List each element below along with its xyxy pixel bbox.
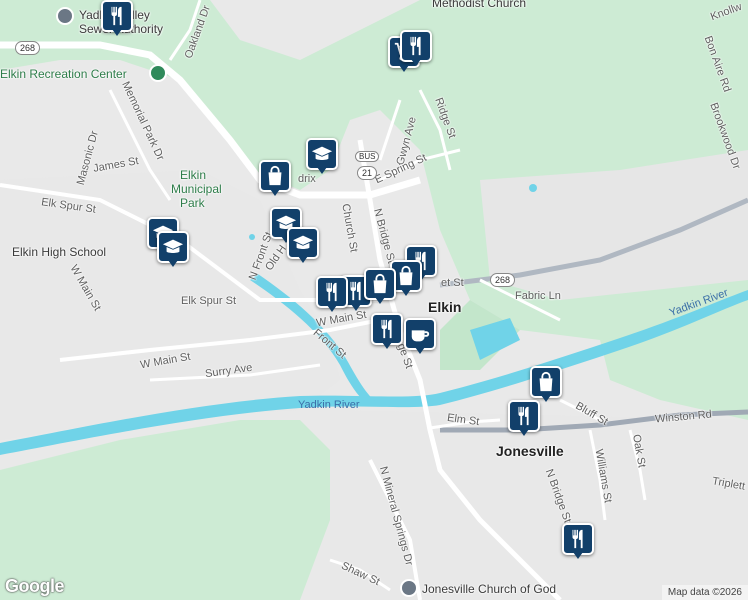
shopping-bag-icon <box>268 165 282 186</box>
restaurant-marker[interactable] <box>371 313 403 349</box>
shopping-bag-icon <box>399 265 413 286</box>
church-icon[interactable] <box>400 579 418 597</box>
store-marker[interactable] <box>259 160 291 196</box>
town-jonesville-label[interactable]: Jonesville <box>496 443 564 459</box>
store-marker[interactable] <box>530 366 562 402</box>
fork-knife-icon <box>111 6 122 26</box>
graduation-cap-icon <box>162 239 184 253</box>
school-marker[interactable] <box>157 231 189 267</box>
graduation-cap-icon <box>292 235 314 249</box>
coffee-cup-icon <box>411 330 430 342</box>
school-marker[interactable] <box>287 227 319 263</box>
church-top-label[interactable]: Methodist Church <box>432 0 526 10</box>
park-label-3[interactable]: Park <box>180 196 205 210</box>
google-logo[interactable]: Google <box>5 576 65 597</box>
restaurant-marker[interactable] <box>101 0 133 36</box>
market-st-label: et St <box>441 277 464 289</box>
route-21-shield: 21 <box>357 166 378 180</box>
restaurant-marker[interactable] <box>562 523 594 559</box>
fork-knife-icon <box>381 319 392 339</box>
school-marker[interactable] <box>306 138 338 174</box>
shopping-bag-icon <box>539 371 553 392</box>
high-school-label[interactable]: Elkin High School <box>12 245 106 259</box>
rec-center-label[interactable]: Elkin Recreation Center <box>0 67 127 81</box>
town-elkin-label[interactable]: Elkin <box>428 299 461 315</box>
rec-center-icon[interactable] <box>149 64 167 82</box>
map-attribution[interactable]: Map data ©2026 <box>661 585 748 600</box>
shopping-bag-icon <box>373 273 387 294</box>
hendrix-label: drix <box>298 173 316 185</box>
river-label-west: Yadkin River <box>298 399 360 411</box>
fork-knife-icon <box>518 406 529 426</box>
fork-knife-icon <box>410 36 421 56</box>
route-268-shield-east: 268 <box>490 273 516 287</box>
route-268-shield-west: 268 <box>15 41 41 55</box>
route-bus-shield: BUS <box>355 151 380 162</box>
small-pond-2 <box>249 234 255 240</box>
restaurant-marker[interactable] <box>316 276 348 312</box>
authority-icon[interactable] <box>56 7 74 25</box>
store-marker[interactable] <box>364 268 396 304</box>
restaurant-marker[interactable] <box>400 30 432 66</box>
park-label-2[interactable]: Municipal <box>171 182 222 196</box>
graduation-cap-icon <box>311 146 333 160</box>
restaurant-marker[interactable] <box>508 400 540 436</box>
fork-knife-icon <box>326 282 337 302</box>
church-bottom-label[interactable]: Jonesville Church of God <box>422 582 556 596</box>
small-pond <box>529 184 537 192</box>
fabric-ln-label: Fabric Ln <box>515 290 561 302</box>
elk-spur-st-mid-label: Elk Spur St <box>181 295 237 307</box>
park-label-1[interactable]: Elkin <box>180 168 206 182</box>
fork-knife-icon <box>572 529 583 549</box>
cafe-marker[interactable] <box>404 318 436 354</box>
